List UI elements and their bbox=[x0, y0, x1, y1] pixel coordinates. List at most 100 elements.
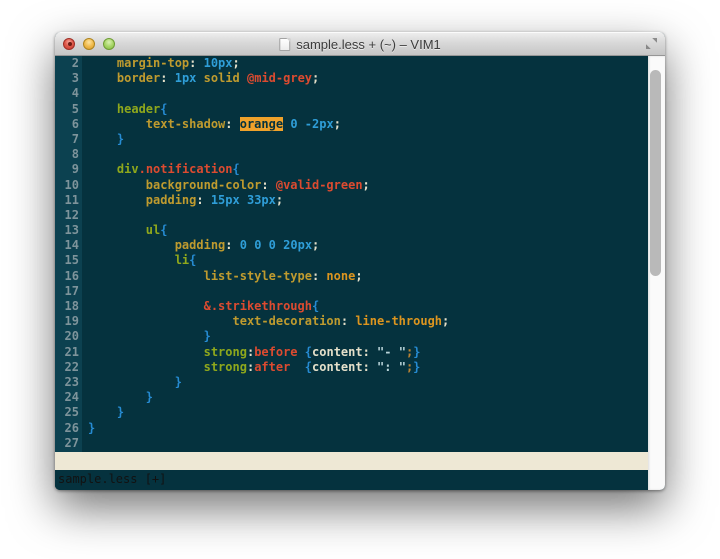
code-token: background-color bbox=[146, 178, 262, 192]
code-token: { bbox=[305, 360, 312, 374]
code-token bbox=[88, 269, 204, 283]
zoom-button[interactable] bbox=[103, 38, 115, 50]
line-number: 7 bbox=[55, 132, 79, 147]
code-line-18: 18 &.strikethrough{ bbox=[55, 299, 648, 314]
code-token: after bbox=[254, 360, 290, 374]
code-token: ; bbox=[363, 178, 370, 192]
code-token: : bbox=[363, 360, 377, 374]
code-token bbox=[88, 405, 117, 419]
code-token bbox=[298, 345, 305, 359]
code-token: } bbox=[117, 405, 124, 419]
minimize-button[interactable] bbox=[83, 38, 95, 50]
line-number: 6 bbox=[55, 117, 79, 132]
code-text: padding: 15px 33px; bbox=[79, 193, 283, 208]
line-number: 8 bbox=[55, 147, 79, 162]
code-token: : bbox=[225, 117, 239, 131]
code-token: margin-top bbox=[117, 56, 189, 70]
line-number: 3 bbox=[55, 71, 79, 86]
code-token bbox=[88, 299, 204, 313]
code-token: ; bbox=[334, 117, 341, 131]
code-text: li{ bbox=[79, 253, 196, 268]
line-number: 4 bbox=[55, 86, 79, 101]
line-number: 25 bbox=[55, 405, 79, 420]
code-token: 10px bbox=[204, 56, 233, 70]
code-token: 15px bbox=[211, 193, 240, 207]
code-token: : bbox=[261, 178, 275, 192]
window-title: sample.less + (~) – VIM1 bbox=[296, 37, 441, 52]
titlebar[interactable]: sample.less + (~) – VIM1 bbox=[55, 32, 665, 56]
code-token: 0 bbox=[269, 238, 276, 252]
code-token bbox=[240, 71, 247, 85]
code-token: padding bbox=[175, 238, 226, 252]
code-line-24: 24 } bbox=[55, 390, 648, 405]
code-line-15: 15 li{ bbox=[55, 253, 648, 268]
line-number: 14 bbox=[55, 238, 79, 253]
fullscreen-icon[interactable] bbox=[645, 37, 658, 50]
search-highlight: orange bbox=[240, 117, 283, 131]
code-token: ; bbox=[312, 238, 319, 252]
code-text: strong:before {content: "- ";} bbox=[79, 345, 420, 360]
code-token bbox=[88, 314, 233, 328]
code-text: div.notification{ bbox=[79, 162, 240, 177]
vim-window: sample.less + (~) – VIM1 2 margin-top: 1… bbox=[55, 32, 665, 490]
code-token: border bbox=[117, 71, 160, 85]
code-text: margin-top: 10px; bbox=[79, 56, 240, 71]
editor-pane[interactable]: 2 margin-top: 10px;3 border: 1px solid @… bbox=[55, 56, 648, 490]
scrollbar-thumb[interactable] bbox=[650, 70, 661, 276]
code-token bbox=[88, 238, 175, 252]
code-token: ; bbox=[442, 314, 449, 328]
code-token: { bbox=[305, 345, 312, 359]
code-text: ul{ bbox=[79, 223, 167, 238]
code-token: } bbox=[117, 132, 124, 146]
code-token: 0 bbox=[240, 238, 247, 252]
line-number: 10 bbox=[55, 178, 79, 193]
code-line-27: 27 bbox=[55, 436, 648, 451]
line-number: 11 bbox=[55, 193, 79, 208]
code-line-20: 20 } bbox=[55, 329, 648, 344]
code-text bbox=[79, 208, 88, 223]
line-number: 18 bbox=[55, 299, 79, 314]
line-number: 16 bbox=[55, 269, 79, 284]
code-line-3: 3 border: 1px solid @mid-grey; bbox=[55, 71, 648, 86]
code-token: @valid-green bbox=[276, 178, 363, 192]
code-line-6: 6 text-shadow: orange 0 -2px; bbox=[55, 117, 648, 132]
code-token: } bbox=[204, 329, 211, 343]
code-text: header{ bbox=[79, 102, 168, 117]
traffic-lights bbox=[63, 38, 115, 50]
code-token bbox=[290, 360, 304, 374]
code-text bbox=[79, 436, 88, 451]
code-token bbox=[88, 117, 146, 131]
code-token bbox=[88, 345, 204, 359]
line-number: 22 bbox=[55, 360, 79, 375]
code-token: content bbox=[312, 345, 363, 359]
code-token bbox=[261, 238, 268, 252]
code-token bbox=[196, 71, 203, 85]
code-token: } bbox=[413, 345, 420, 359]
code-line-13: 13 ul{ bbox=[55, 223, 648, 238]
code-token: { bbox=[233, 162, 240, 176]
code-area[interactable]: 2 margin-top: 10px;3 border: 1px solid @… bbox=[55, 56, 648, 452]
code-text: background-color: @valid-green; bbox=[79, 178, 370, 193]
code-token: : bbox=[312, 269, 326, 283]
code-token: { bbox=[160, 102, 167, 116]
code-line-2: 2 margin-top: 10px; bbox=[55, 56, 648, 71]
line-number: 27 bbox=[55, 436, 79, 451]
code-token bbox=[88, 56, 117, 70]
code-text: } bbox=[79, 375, 182, 390]
code-token bbox=[88, 71, 117, 85]
code-token: ul bbox=[146, 223, 160, 237]
code-line-16: 16 list-style-type: none; bbox=[55, 269, 648, 284]
code-token: } bbox=[175, 375, 182, 389]
title-area: sample.less + (~) – VIM1 bbox=[279, 32, 441, 56]
line-number: 9 bbox=[55, 162, 79, 177]
code-token: div bbox=[117, 162, 139, 176]
scrollbar[interactable] bbox=[648, 56, 665, 490]
code-token: ; bbox=[355, 269, 362, 283]
code-token: padding bbox=[146, 193, 197, 207]
code-token bbox=[88, 178, 146, 192]
close-button[interactable] bbox=[63, 38, 75, 50]
code-line-23: 23 } bbox=[55, 375, 648, 390]
code-token bbox=[88, 253, 175, 267]
line-number: 20 bbox=[55, 329, 79, 344]
line-number: 23 bbox=[55, 375, 79, 390]
